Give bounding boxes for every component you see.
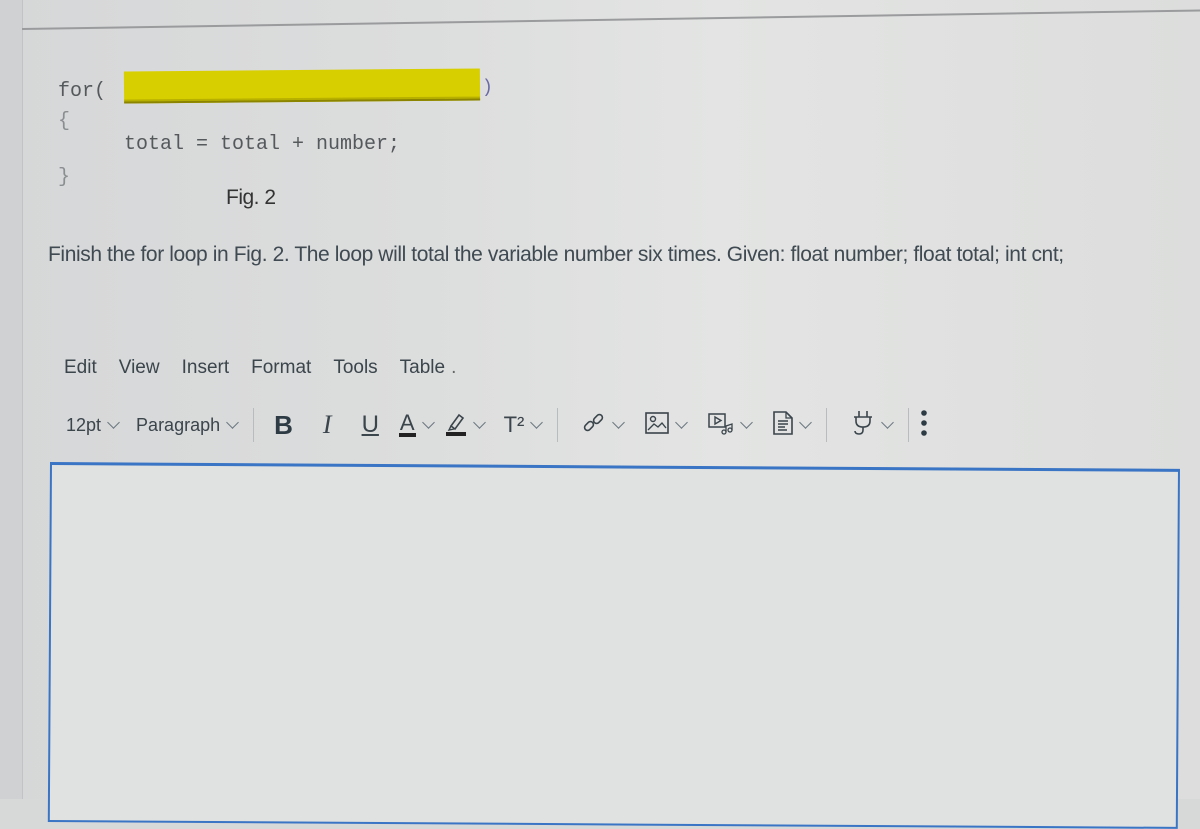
chevron-down-icon <box>421 416 435 429</box>
close-brace: } <box>58 166 71 189</box>
toolbar-separator <box>253 408 255 442</box>
more-options-button[interactable] <box>919 409 929 442</box>
toolbar-separator <box>908 408 910 442</box>
toolbar-separator <box>557 408 559 442</box>
highlight-color-button[interactable] <box>445 410 490 441</box>
plugin-icon <box>851 410 875 441</box>
close-paren: ) <box>482 78 493 98</box>
underline-button[interactable]: U <box>362 411 379 439</box>
question-text: Finish the for loop in Fig. 2. The loop … <box>48 243 1064 266</box>
bold-button[interactable]: B <box>274 410 293 441</box>
chevron-down-icon <box>107 416 120 429</box>
menu-edit[interactable]: Edit <box>64 357 97 379</box>
image-icon <box>645 411 670 439</box>
chevron-down-icon <box>799 416 813 429</box>
menu-table[interactable]: Table <box>400 357 445 379</box>
menu-overflow[interactable]: . <box>451 357 456 379</box>
highlighter-icon <box>445 410 467 441</box>
text-color-icon: A <box>398 410 416 437</box>
menu-insert[interactable]: Insert <box>182 357 230 379</box>
document-button[interactable] <box>773 410 816 440</box>
menu-tools[interactable]: Tools <box>333 357 377 379</box>
figure-caption: Fig. 2 <box>226 186 276 209</box>
open-brace: { <box>58 110 71 133</box>
block-format-dropdown[interactable]: Paragraph <box>136 415 243 436</box>
media-button[interactable] <box>708 411 757 440</box>
more-icon <box>919 409 929 442</box>
chevron-down-icon <box>612 416 626 429</box>
image-button[interactable] <box>645 411 692 439</box>
font-size-dropdown[interactable]: 12pt <box>66 415 124 436</box>
menu-view[interactable]: View <box>119 357 160 379</box>
loop-header-blank <box>123 68 481 104</box>
loop-body-statement: total = total + number; <box>124 133 401 156</box>
italic-button[interactable]: I <box>323 410 332 440</box>
media-icon <box>708 411 734 440</box>
chevron-down-icon <box>226 416 239 429</box>
font-size-value: 12pt <box>66 414 102 435</box>
chevron-down-icon <box>740 416 754 429</box>
for-keyword: for( <box>58 80 107 103</box>
text-color-button[interactable]: A <box>398 410 439 437</box>
chevron-down-icon <box>530 416 544 429</box>
plugin-button[interactable] <box>851 410 898 441</box>
rich-text-editor-area[interactable] <box>47 462 1180 829</box>
editor-menubar: Edit View Insert Format Tools Table . <box>64 357 456 379</box>
chevron-down-icon <box>675 416 689 429</box>
block-format-value: Paragraph <box>136 414 221 435</box>
toolbar-separator <box>826 408 828 442</box>
document-icon <box>773 410 794 440</box>
superscript-icon: T² <box>503 412 525 437</box>
chevron-down-icon <box>472 416 486 429</box>
menu-format[interactable]: Format <box>251 357 311 379</box>
chevron-down-icon <box>881 416 895 429</box>
editor-toolbar: 12pt Paragraph B I U A T² <box>66 408 1176 442</box>
superscript-button[interactable]: T² <box>504 412 548 438</box>
link-button[interactable] <box>582 411 629 440</box>
link-icon <box>582 411 606 440</box>
left-gutter <box>0 0 23 799</box>
